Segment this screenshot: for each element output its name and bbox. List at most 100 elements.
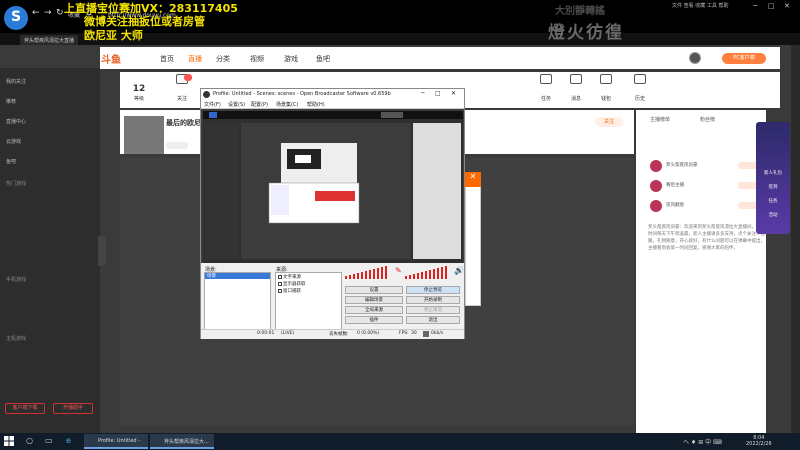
menu-file[interactable]: 文件 bbox=[672, 3, 682, 9]
maximize-icon[interactable]: □ bbox=[435, 90, 441, 97]
preview-recursive-capture bbox=[203, 111, 463, 271]
obs-menu-scenes[interactable]: 场景集(C) bbox=[276, 101, 298, 108]
float-widget[interactable]: 新人礼包 签到 任务 活动 bbox=[756, 122, 790, 234]
sidebar-collapse-handle[interactable] bbox=[98, 236, 106, 266]
stat-history-label: 历史 bbox=[634, 96, 645, 102]
windows-start-icon[interactable] bbox=[4, 436, 14, 446]
nav-category[interactable]: 分类 bbox=[216, 54, 230, 64]
widget-item[interactable]: 新人礼包 bbox=[756, 170, 790, 176]
sidebar-section-mobile[interactable]: 手机游戏 bbox=[6, 276, 26, 283]
mic-meter[interactable] bbox=[345, 265, 393, 279]
overlay-text-line3: 欧尼亚 大师 bbox=[84, 29, 143, 42]
list-item[interactable]: 赛后主播 bbox=[648, 178, 768, 194]
source-item[interactable]: 窗口捕获 bbox=[278, 288, 301, 294]
history-icon[interactable] bbox=[634, 74, 646, 84]
widget-item[interactable]: 活动 bbox=[756, 212, 790, 218]
maximize-icon[interactable]: □ bbox=[768, 2, 775, 10]
announcement-text: 斧头帮疾风剑豪：欢迎来到斧头帮疾风凛拉大直播间，直播时间每天下午到凌晨，新人主播… bbox=[648, 225, 765, 251]
close-icon[interactable]: ✕ bbox=[465, 172, 481, 187]
sidebar-item-cloud-game[interactable]: 云游戏 bbox=[6, 138, 21, 145]
sidebar-item-fishbar[interactable]: 鱼吧 bbox=[6, 158, 16, 165]
source-item[interactable]: 显示器获取 bbox=[278, 281, 306, 287]
douyu-logo[interactable]: 斗鱼 bbox=[101, 51, 121, 66]
exit-button[interactable]: 退出 bbox=[406, 316, 460, 324]
widget-item[interactable]: 任务 bbox=[756, 198, 790, 204]
user-avatar[interactable] bbox=[689, 52, 701, 64]
sidebar-item-recommend[interactable]: 推荐 bbox=[6, 98, 16, 105]
close-icon[interactable]: ✕ bbox=[784, 2, 790, 10]
browser-logo-icon[interactable] bbox=[4, 6, 28, 30]
scene-item-selected[interactable]: 场景 bbox=[205, 273, 270, 279]
list-item[interactable]: 逆风翻盘 bbox=[648, 198, 768, 214]
close-icon[interactable]: ✕ bbox=[451, 90, 456, 97]
menu-favorites[interactable]: 收藏 bbox=[695, 3, 705, 9]
nav-home[interactable]: 首页 bbox=[160, 54, 174, 64]
obs-preview[interactable] bbox=[203, 111, 463, 271]
secondary-window-edge[interactable] bbox=[465, 172, 481, 306]
minimize-icon[interactable]: ─ bbox=[753, 2, 757, 10]
scenes-list[interactable] bbox=[204, 272, 271, 330]
page-scrollbar[interactable] bbox=[791, 45, 800, 433]
speaker-icon[interactable]: 🔊 bbox=[454, 266, 464, 275]
forward-button[interactable]: → bbox=[44, 8, 52, 18]
sidebar-item-live-center[interactable]: 直播中心 bbox=[6, 118, 26, 125]
source-item[interactable]: 文字来源 bbox=[278, 274, 301, 280]
list-item[interactable]: 斧头帮疾风剑豪 bbox=[648, 158, 768, 174]
search-icon[interactable]: ○ bbox=[26, 436, 36, 446]
taskbar-app-browser[interactable]: 斧头帮疾风凛拉大... bbox=[150, 434, 214, 449]
system-tray[interactable]: ヘ ♦ ⊞ 中 ⌨ bbox=[683, 437, 722, 446]
tab-fan-rank[interactable]: 粉丝榜 bbox=[700, 116, 715, 123]
desktop-audio-meter[interactable] bbox=[405, 265, 453, 279]
tab-streamer-rank[interactable]: 主播榜单 bbox=[650, 116, 670, 123]
browser-menu: 文件 查看 收藏 工具 帮助 bbox=[672, 2, 728, 9]
refresh-button[interactable]: ↻ bbox=[56, 8, 64, 18]
sidebar-item-follow[interactable]: 我的关注 bbox=[6, 78, 26, 85]
taskbar-clock[interactable]: 8:04 2022/2/26 bbox=[746, 435, 772, 447]
message-icon[interactable] bbox=[570, 74, 582, 84]
nav-live[interactable]: 直播 bbox=[188, 54, 202, 64]
tab-douyu[interactable]: 斧头帮疾风凛拉大直播 bbox=[20, 35, 79, 45]
meter-bar bbox=[413, 274, 415, 279]
settings-button[interactable]: 设置 bbox=[345, 286, 403, 294]
edge-icon[interactable]: e bbox=[66, 436, 76, 446]
obs-menu-profile[interactable]: 配置(P) bbox=[251, 101, 268, 108]
obs-menu-file[interactable]: 文件(F) bbox=[204, 101, 221, 108]
nav-fishbar[interactable]: 鱼吧 bbox=[316, 54, 330, 64]
pc-client-button[interactable]: PC客户端 bbox=[722, 53, 766, 64]
checkbox[interactable] bbox=[278, 281, 282, 286]
dropped-frames-label: 丢失帧数: bbox=[329, 332, 349, 337]
task-view-icon[interactable]: ▭ bbox=[45, 436, 55, 446]
obs-window[interactable]: Profile: Untitled - Scenes: scenes - Ope… bbox=[200, 88, 465, 339]
download-client-button[interactable]: 客户端下载 bbox=[5, 403, 45, 414]
minimize-icon[interactable]: ─ bbox=[421, 90, 425, 97]
menu-help[interactable]: 帮助 bbox=[718, 3, 728, 9]
stop-preview-button[interactable]: 停止预览 bbox=[406, 286, 460, 294]
widget-item[interactable]: 签到 bbox=[756, 184, 790, 190]
edit-scene-button[interactable]: 编辑场景 bbox=[345, 296, 403, 304]
follow-badge bbox=[184, 74, 192, 81]
sidebar-section-console[interactable]: 主机游戏 bbox=[6, 335, 26, 342]
task-icon[interactable] bbox=[540, 74, 552, 84]
menu-view[interactable]: 查看 bbox=[684, 3, 694, 9]
plugins-button[interactable]: 插件 bbox=[345, 316, 403, 324]
follow-button[interactable]: 关注 bbox=[595, 117, 623, 127]
sidebar-section-hot[interactable]: 热门游戏 bbox=[6, 180, 26, 187]
obs-menu-help[interactable]: 帮助(H) bbox=[307, 101, 325, 108]
nav-game[interactable]: 游戏 bbox=[284, 54, 298, 64]
start-record-button[interactable]: 开始录制 bbox=[406, 296, 460, 304]
nav-video[interactable]: 视频 bbox=[250, 54, 264, 64]
streamer-avatar[interactable] bbox=[124, 116, 164, 154]
obs-menu-settings[interactable]: 设置(S) bbox=[228, 101, 245, 108]
menu-tools[interactable]: 工具 bbox=[707, 3, 717, 9]
taskbar-app-obs[interactable]: Profile: Untitled - ... bbox=[84, 434, 148, 450]
stop-stream-button[interactable]: 停止串流 bbox=[406, 306, 460, 314]
wallet-icon[interactable] bbox=[600, 74, 612, 84]
stream-helper-button[interactable]: 开播助手 bbox=[53, 403, 93, 414]
room-tag[interactable] bbox=[166, 142, 188, 149]
checkbox[interactable] bbox=[278, 288, 282, 293]
mic-mute-icon[interactable]: ✎ bbox=[395, 266, 402, 275]
obs-app-icon bbox=[203, 91, 210, 98]
back-button[interactable]: ← bbox=[32, 8, 40, 18]
global-sources-button[interactable]: 全局来源 bbox=[345, 306, 403, 314]
checkbox[interactable] bbox=[278, 274, 282, 279]
